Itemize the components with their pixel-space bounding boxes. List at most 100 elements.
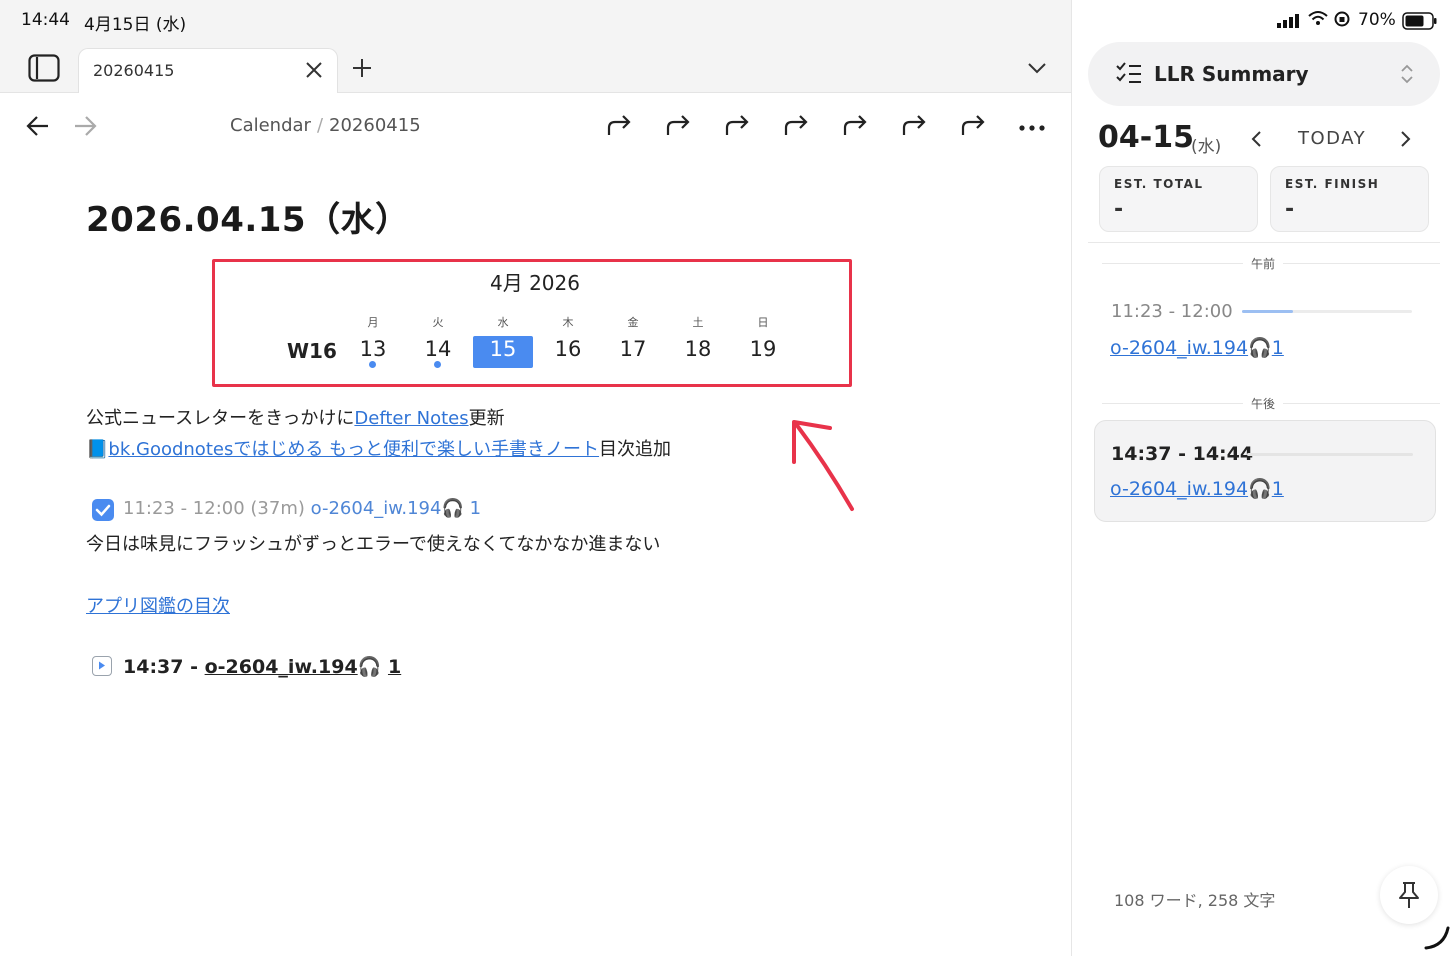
- pm-entry-time: 14:37 - 14:44: [1111, 443, 1254, 465]
- calendar-day[interactable]: 19: [733, 336, 793, 368]
- headphones-icon: 🎧: [441, 498, 464, 519]
- pm-section-label: 午後: [1243, 395, 1284, 412]
- calendar-day[interactable]: 17: [603, 336, 663, 368]
- text-span: 公式ニュースレターをきっかけに: [86, 408, 355, 429]
- status-time: 14:44: [21, 10, 70, 30]
- am-progress-track: [1242, 310, 1412, 313]
- redirect-icon[interactable]: [606, 114, 632, 142]
- text-span: 更新: [468, 408, 505, 429]
- est-finish-value: -: [1285, 197, 1295, 222]
- redirect-icon[interactable]: [724, 114, 750, 142]
- redirect-icon[interactable]: [960, 114, 986, 142]
- redirect-icon[interactable]: [665, 114, 691, 142]
- llr-summary-pane: 70% LLR Summary 04-15 (水) TODAY EST. TOT…: [1071, 0, 1456, 956]
- close-tab-icon[interactable]: [305, 61, 323, 83]
- est-total-label: EST. TOTAL: [1114, 177, 1204, 191]
- am-progress-fill: [1242, 310, 1293, 313]
- summary-dow: (水): [1191, 137, 1222, 157]
- back-arrow-icon[interactable]: [26, 114, 50, 142]
- redirect-icon[interactable]: [901, 114, 927, 142]
- chevron-down-icon[interactable]: [1027, 60, 1047, 79]
- task-line: 11:23 - 12:00 (37m) o-2604_iw.194🎧 1: [123, 498, 481, 519]
- next-day-icon[interactable]: [1400, 130, 1412, 152]
- est-finish-card: EST. FINISH -: [1270, 166, 1429, 232]
- annotation-arrow-icon: [792, 420, 854, 511]
- tab-label: 20260415: [93, 61, 175, 80]
- am-section-label: 午前: [1243, 255, 1284, 272]
- new-tab-icon[interactable]: [352, 58, 372, 82]
- est-total-card: EST. TOTAL -: [1099, 166, 1258, 232]
- breadcrumb-separator: /: [316, 115, 324, 136]
- today-button[interactable]: TODAY: [1298, 128, 1366, 149]
- text-span: 目次追加: [599, 439, 672, 460]
- note-line: 📘bk.Goodnotesではじめる もっと便利で楽しい手書きノート目次追加: [86, 435, 671, 461]
- running-task-link[interactable]: o-2604_iw.194: [205, 656, 358, 678]
- week-label[interactable]: W16: [287, 339, 337, 363]
- est-finish-label: EST. FINISH: [1285, 177, 1380, 191]
- am-entry-link[interactable]: o-2604_iw.194: [1110, 337, 1248, 359]
- task-count: 1: [469, 498, 482, 519]
- am-entry-line: o-2604_iw.194🎧1: [1110, 336, 1284, 359]
- calendar-day-selected[interactable]: 15: [473, 336, 533, 368]
- play-icon[interactable]: [92, 656, 112, 676]
- battery-percent: 70%: [1358, 10, 1396, 30]
- prev-day-icon[interactable]: [1250, 130, 1262, 152]
- word-count: 108 ワード, 258 文字: [1114, 891, 1276, 910]
- task-link[interactable]: o-2604_iw.194: [311, 498, 442, 519]
- rotation-lock-icon: [1333, 10, 1351, 32]
- calendar-day[interactable]: 18: [668, 336, 728, 368]
- index-link-line: アプリ図鑑の目次: [86, 592, 230, 618]
- pin-button[interactable]: [1380, 866, 1438, 924]
- note-line: 公式ニュースレターをきっかけにDefter Notes更新: [86, 404, 505, 430]
- status-date: 4月15日 (水): [84, 15, 187, 35]
- running-task-count: 1: [387, 656, 402, 678]
- more-options-icon[interactable]: [1018, 118, 1046, 137]
- headphones-icon: 🎧: [1248, 337, 1272, 359]
- dow-label: 土: [692, 316, 704, 329]
- signal-icon: [1277, 13, 1301, 32]
- task-note: 今日は味見にフラッシュがずっとエラーで使えなくてなかなか進まない: [86, 534, 661, 555]
- defter-notes-link[interactable]: Defter Notes: [354, 408, 468, 429]
- dow-label: 木: [562, 316, 574, 329]
- forward-arrow-icon[interactable]: [73, 114, 97, 142]
- view-selector[interactable]: LLR Summary: [1088, 42, 1440, 106]
- entry-dot: [369, 361, 376, 368]
- calendar-month-label: 4月 2026: [490, 271, 580, 295]
- est-total-value: -: [1114, 197, 1124, 222]
- page-title: 2026.04.15（水）: [86, 200, 410, 240]
- entry-dot: [434, 361, 441, 368]
- redirect-icon[interactable]: [783, 114, 809, 142]
- resize-handle-icon[interactable]: [1424, 924, 1452, 956]
- am-entry-count: 1: [1271, 337, 1284, 359]
- am-entry-time: 11:23 - 12:00: [1111, 301, 1233, 322]
- tab-20260415[interactable]: 20260415: [78, 48, 338, 93]
- headphones-icon: 🎧: [357, 656, 382, 678]
- pm-entry-line: o-2604_iw.194🎧1: [1110, 477, 1284, 500]
- dow-label: 金: [627, 316, 639, 329]
- pm-entry-link[interactable]: o-2604_iw.194: [1110, 478, 1248, 500]
- editor-pane: 14:44 4月15日 (水) 20260415 Calendar/202604…: [0, 0, 1071, 956]
- sidebar-toggle-icon[interactable]: [28, 54, 60, 82]
- wifi-icon: [1308, 10, 1328, 30]
- dow-label: 日: [757, 316, 769, 329]
- view-title: LLR Summary: [1154, 62, 1309, 86]
- pm-entry-card[interactable]: 14:37 - 14:44 o-2604_iw.194🎧1: [1094, 420, 1436, 522]
- book-icon: 📘: [86, 439, 109, 460]
- tab-bar: 14:44 4月15日 (水) 20260415: [0, 0, 1071, 93]
- running-time: 14:37 -: [123, 656, 205, 678]
- goodnotes-book-link[interactable]: bk.Goodnotesではじめる もっと便利で楽しい手書きノート: [108, 439, 599, 460]
- checkbox-checked[interactable]: [92, 499, 114, 521]
- breadcrumb-parent[interactable]: Calendar: [230, 115, 311, 136]
- dow-label: 月: [367, 316, 379, 329]
- breadcrumb-current: 20260415: [329, 115, 421, 136]
- app-index-link[interactable]: アプリ図鑑の目次: [86, 596, 230, 617]
- calendar-day[interactable]: 16: [538, 336, 598, 368]
- redirect-icon[interactable]: [842, 114, 868, 142]
- checklist-icon: [1116, 62, 1142, 90]
- chevron-up-down-icon: [1400, 64, 1414, 88]
- task-time: 11:23 - 12:00 (37m): [123, 498, 305, 519]
- dow-label: 水: [497, 316, 509, 329]
- divider: [1088, 242, 1440, 243]
- breadcrumb: Calendar/20260415: [230, 115, 421, 136]
- summary-date: 04-15: [1098, 120, 1194, 155]
